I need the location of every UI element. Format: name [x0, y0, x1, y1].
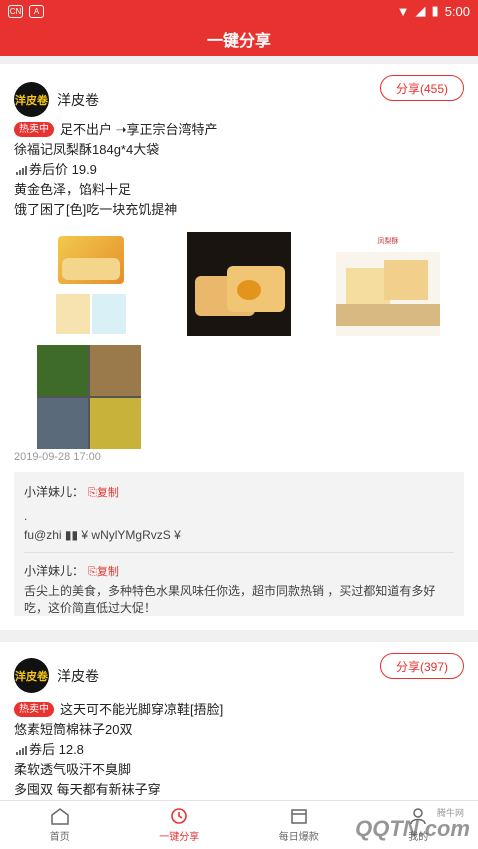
tab-share[interactable]: 一键分享 [120, 801, 240, 849]
post-line: 多囤双 每天都有新袜子穿 [14, 782, 161, 797]
share-feed[interactable]: 洋皮卷 洋皮卷 分享(455) 热卖中 足不出户 ➝享正宗台湾特产 徐福记凤梨酥1… [0, 56, 478, 800]
copy-button[interactable]: ⎘复制 [88, 566, 119, 578]
signal-bars-icon [16, 746, 27, 755]
product-image[interactable]: 凤梨酥 [336, 232, 440, 336]
post-line: 柔软透气吸汗不臭脚 [14, 762, 132, 777]
post-author[interactable]: 洋皮卷 洋皮卷 [14, 82, 99, 117]
post-author[interactable]: 洋皮卷 洋皮卷 [14, 658, 99, 693]
calendar-icon [291, 809, 307, 824]
product-image[interactable] [56, 232, 126, 336]
product-image[interactable] [187, 232, 291, 336]
comment-author: 小洋妹儿： [24, 564, 85, 578]
comment-item: 小洋妹儿： ⎘复制 . fu@zhi ▮▮ ¥ wNylYMgRvzS ¥ [24, 484, 454, 544]
share-button[interactable]: 分享(397) [380, 653, 464, 679]
signal-icon: ◢ [415, 3, 426, 18]
comment-item: 小洋妹儿： ⎘复制 舌尖上的美食，多种特色水果风味任你选，超市同款热销 ，买过都知… [24, 552, 454, 617]
copy-button[interactable]: ⎘复制 [88, 487, 119, 499]
post-text: 热卖中 足不出户 ➝享正宗台湾特产 徐福记凤梨酥184g*4大袋 券后价 19.9… [14, 120, 464, 220]
share-icon [171, 808, 188, 824]
notification-icon: CN [8, 4, 23, 18]
tab-label: 一键分享 [159, 832, 200, 843]
product-image[interactable] [37, 345, 141, 449]
post-line: 券后 12.8 [14, 740, 464, 760]
author-name: 洋皮卷 [57, 667, 99, 684]
avatar[interactable]: 洋皮卷 [14, 82, 49, 117]
home-icon [51, 808, 69, 825]
post-text: 热卖中 这天可不能光脚穿凉鞋[捂脸] 悠素短筒棉袜子20双 券后 12.8 柔软透… [14, 700, 464, 800]
post-line: 徐福记凤梨酥184g*4大袋 [14, 142, 160, 157]
wifi-icon: ▼ [396, 3, 410, 19]
share-button[interactable]: 分享(455) [380, 75, 464, 101]
tab-label: 首页 [49, 832, 70, 843]
post-date: 2019-09-28 17:00 [14, 451, 101, 463]
watermark: QQTN.com [355, 816, 470, 841]
comment-box: 小洋妹儿： ⎘复制 . fu@zhi ▮▮ ¥ wNylYMgRvzS ¥ 小洋妹… [14, 472, 464, 616]
comment-text: fu@zhi ▮▮ ¥ wNylYMgRvzS ¥ [24, 528, 181, 542]
comment-author: 小洋妹儿： [24, 485, 85, 499]
share-post: 洋皮卷 洋皮卷 分享(455) 热卖中 足不出户 ➝享正宗台湾特产 徐福记凤梨酥1… [0, 64, 478, 630]
tab-label: 每日爆款 [278, 832, 319, 843]
post-line: 券后价 19.9 [14, 160, 464, 180]
avatar[interactable]: 洋皮卷 [14, 658, 49, 693]
page-title: 一键分享 [0, 22, 478, 56]
post-line: 悠素短筒棉袜子20双 [14, 722, 133, 737]
post-line: 足不出户 ➝享正宗台湾特产 [60, 122, 218, 137]
signal-bars-icon [16, 166, 27, 175]
comment-text: . [24, 509, 28, 523]
clock: 5:00 [444, 3, 470, 19]
app-notification-icon: A [29, 4, 44, 18]
status-bar: CN A ▼ ◢ ▮ 5:00 [0, 0, 478, 22]
post-line: 这天可不能光脚穿凉鞋[捂脸] [60, 702, 224, 717]
battery-icon: ▮ [431, 3, 439, 18]
comment-text: 舌尖上的美食，多种特色水果风味任你选，超市同款热销 ，买过都知道有多好吃，这价简… [24, 584, 436, 615]
share-post: 洋皮卷 洋皮卷 分享(397) 热卖中 这天可不能光脚穿凉鞋[捂脸] 悠素短筒棉袜… [0, 642, 478, 800]
post-line: 饿了困了[色]吃一块充饥提神 [14, 202, 178, 217]
author-name: 洋皮卷 [57, 91, 99, 108]
hot-badge: 热卖中 [14, 702, 54, 717]
tab-home[interactable]: 首页 [0, 801, 120, 849]
tab-daily-hot[interactable]: 每日爆款 [239, 801, 359, 849]
post-line: 黄金色泽，馅料十足 [14, 182, 132, 197]
hot-badge: 热卖中 [14, 122, 54, 137]
